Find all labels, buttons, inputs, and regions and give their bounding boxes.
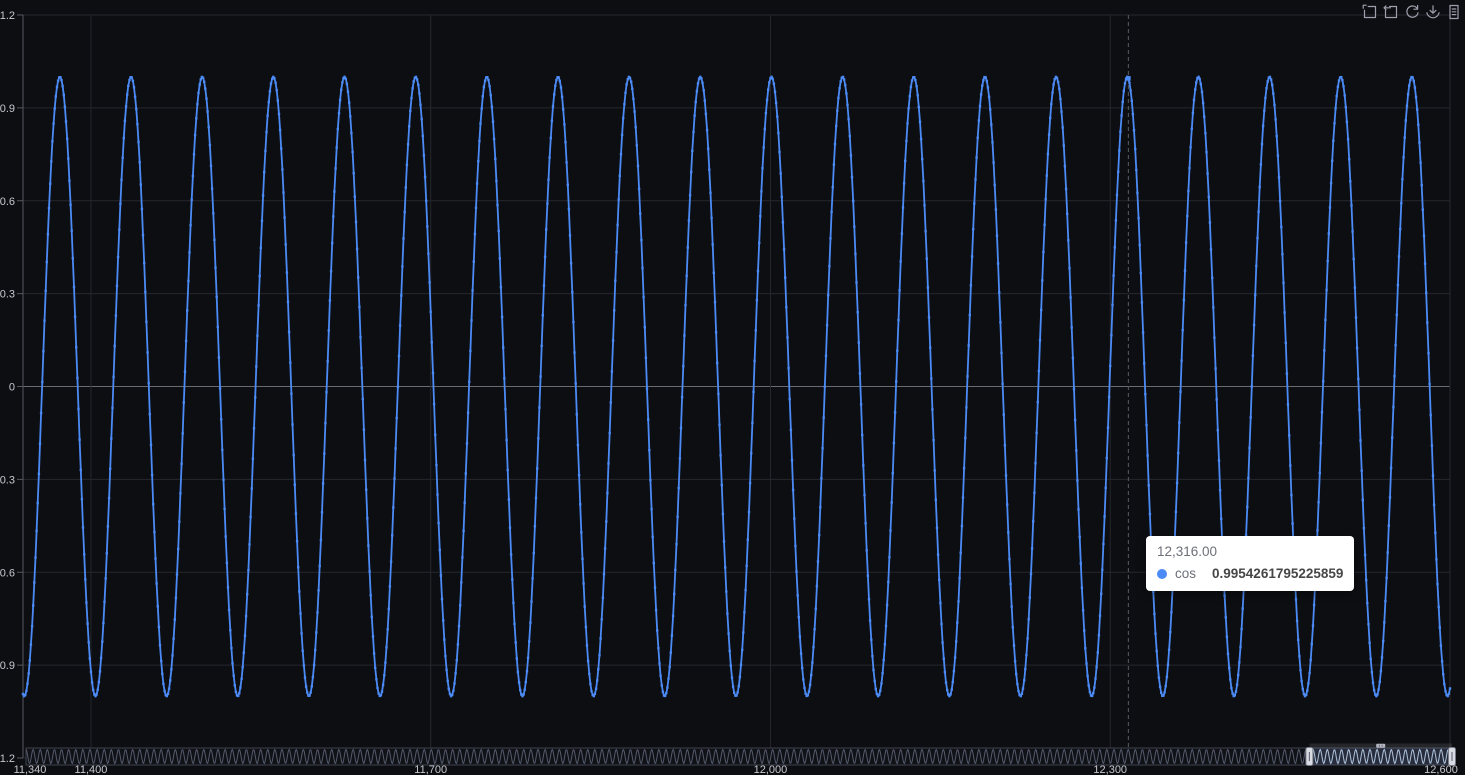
x-tick-label: 11,340 bbox=[14, 764, 47, 775]
datazoom-move-grip[interactable] bbox=[1376, 743, 1386, 748]
data-view-icon bbox=[1449, 4, 1459, 20]
datazoom-slider[interactable] bbox=[25, 743, 1456, 766]
toolbox-zoom-reset-button[interactable] bbox=[1383, 4, 1399, 20]
app-root: 1.20.90.60.30-0.3-0.6-0.9-1.211,34011,40… bbox=[0, 0, 1465, 775]
y-tick-label: 1.2 bbox=[0, 10, 15, 22]
zoom-select-icon bbox=[1362, 4, 1377, 19]
toolbox-zoom-select-button[interactable] bbox=[1362, 4, 1378, 20]
save-image-icon bbox=[1426, 5, 1440, 19]
x-tick-label: 11,400 bbox=[75, 764, 108, 775]
chart-canvas[interactable]: 1.20.90.60.30-0.3-0.6-0.9-1.211,34011,40… bbox=[0, 0, 1465, 775]
y-tick-label: -0.3 bbox=[0, 474, 15, 486]
x-tick-label: 11,700 bbox=[414, 764, 447, 775]
y-axis bbox=[17, 14, 24, 759]
grid-lines bbox=[23, 14, 1451, 759]
toolbox-save-image-button[interactable] bbox=[1425, 4, 1441, 20]
hovered-data-point bbox=[1126, 76, 1131, 81]
x-tick-label: 12,000 bbox=[754, 764, 788, 775]
y-tick-label: 0.6 bbox=[0, 196, 15, 208]
toolbox-toolbar bbox=[1362, 4, 1462, 20]
y-tick-label: -0.9 bbox=[0, 660, 15, 672]
restore-icon bbox=[1406, 4, 1419, 18]
y-tick-label: 0.9 bbox=[0, 103, 15, 115]
toolbox-data-view-button[interactable] bbox=[1446, 4, 1462, 20]
y-tick-label: 0.3 bbox=[0, 289, 15, 301]
y-tick-label: 0 bbox=[9, 382, 15, 394]
zoom-reset-icon bbox=[1383, 5, 1398, 19]
toolbox-restore-button[interactable] bbox=[1404, 4, 1420, 20]
x-tick-label: 12,600 bbox=[1424, 764, 1458, 775]
x-tick-label: 12,300 bbox=[1093, 764, 1127, 775]
y-tick-label: -0.6 bbox=[0, 567, 15, 579]
